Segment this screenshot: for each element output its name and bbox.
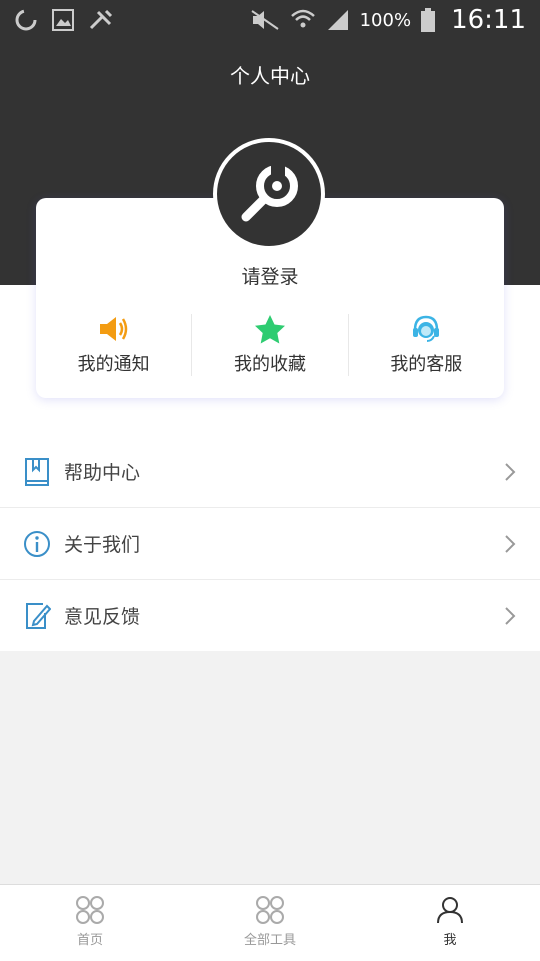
tab-label: 首页 xyxy=(76,933,103,948)
star-icon xyxy=(254,315,285,344)
chevron-right-icon xyxy=(505,607,516,625)
chevron-right-icon xyxy=(505,535,516,553)
tab-home[interactable]: 首页 xyxy=(0,885,180,961)
avatar[interactable] xyxy=(213,138,325,250)
edit-icon xyxy=(26,602,51,629)
grid-icon xyxy=(256,896,284,924)
user-icon xyxy=(437,897,463,924)
action-label: 我的通知 xyxy=(77,354,150,375)
status-bar: 100% 16:11 xyxy=(0,0,540,40)
action-label: 我的客服 xyxy=(390,354,463,375)
settings-menu: 帮助中心 关于我们 意见反馈 xyxy=(0,436,540,651)
loading-icon xyxy=(15,9,37,31)
chevron-right-icon xyxy=(505,463,516,481)
page-title: 个人中心 xyxy=(230,64,310,88)
headset-icon xyxy=(413,315,440,342)
image-icon xyxy=(52,9,74,31)
signal-icon xyxy=(327,10,348,30)
menu-item-about[interactable]: 关于我们 xyxy=(0,508,540,580)
action-favorites[interactable]: 我的收藏 xyxy=(191,314,347,376)
tab-label: 全部工具 xyxy=(243,933,296,948)
wrench-icon xyxy=(241,164,298,222)
speaker-icon xyxy=(99,317,127,341)
clock: 16:11 xyxy=(451,5,526,35)
grid-icon xyxy=(76,896,104,924)
wifi-icon xyxy=(290,9,315,28)
menu-item-feedback[interactable]: 意见反馈 xyxy=(0,580,540,651)
battery-percent: 100% xyxy=(359,9,412,31)
tab-all-tools[interactable]: 全部工具 xyxy=(180,885,360,961)
action-label: 我的收藏 xyxy=(233,354,306,375)
menu-item-help[interactable]: 帮助中心 xyxy=(0,436,540,508)
bottom-tab-bar: 首页 全部工具 我 xyxy=(0,884,540,961)
mute-icon xyxy=(251,10,279,30)
tab-me[interactable]: 我 xyxy=(360,885,540,961)
tools-icon xyxy=(89,9,113,30)
action-customer-service[interactable]: 我的客服 xyxy=(347,314,504,376)
menu-item-label: 意见反馈 xyxy=(64,606,141,628)
menu-item-label: 关于我们 xyxy=(64,534,141,556)
login-link[interactable]: 请登录 xyxy=(36,262,504,289)
quick-actions: 我的通知 我的收藏 我的客服 xyxy=(36,314,504,376)
action-notifications[interactable]: 我的通知 xyxy=(36,314,191,376)
battery-icon xyxy=(421,8,436,32)
menu-item-label: 帮助中心 xyxy=(64,462,141,484)
book-icon xyxy=(25,457,49,486)
tab-label: 我 xyxy=(443,933,457,948)
info-icon xyxy=(24,530,50,557)
